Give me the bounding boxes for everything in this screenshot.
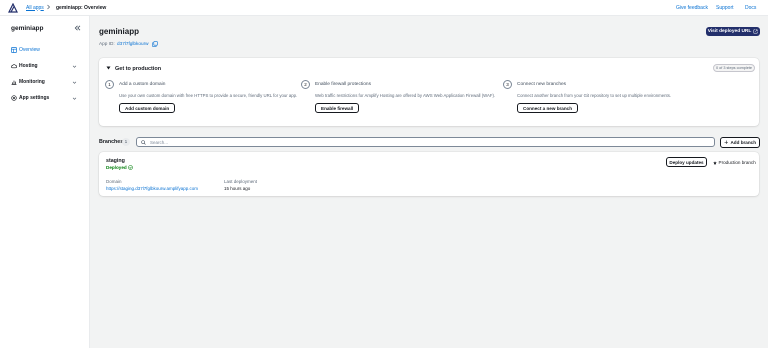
- app-id-value: d37l7fglbkourw: [117, 41, 149, 46]
- chevron-down-icon: [72, 97, 77, 100]
- top-navigation-bar: All apps geminiapp: Overview Give feedba…: [0, 0, 768, 16]
- sidebar-app-title: geminiapp: [11, 25, 44, 32]
- branch-name: staging: [106, 158, 125, 164]
- step-number: 1: [105, 80, 114, 89]
- step-number: 2: [301, 80, 310, 89]
- breadcrumb-all-apps[interactable]: All apps: [26, 5, 44, 11]
- production-branch-label: Production branch: [718, 160, 756, 165]
- breadcrumb-current: geminiapp: Overview: [56, 4, 107, 11]
- step-number: 3: [503, 80, 512, 89]
- chevron-down-icon: [72, 65, 77, 68]
- cloud-icon: [11, 64, 17, 69]
- steps-complete-badge: 0 of 3 steps complete: [713, 64, 755, 72]
- last-deployment-value: 15 hours ago: [224, 186, 251, 191]
- sidebar-item-label: Hosting: [19, 63, 38, 69]
- branches-heading: Branches: [99, 139, 124, 145]
- connect-new-branch-button[interactable]: Connect a new branch: [517, 103, 579, 113]
- add-branch-button[interactable]: Add branch: [720, 136, 760, 148]
- external-link-icon: [753, 29, 758, 34]
- search-icon: [141, 140, 146, 145]
- caret-down-icon[interactable]: [106, 66, 111, 70]
- domain-link[interactable]: https://staging.d37l7fglbkourw.amplifyap…: [106, 186, 198, 191]
- chart-icon: [11, 80, 17, 85]
- enable-firewall-button[interactable]: Enable firewall: [315, 103, 360, 113]
- branches-count-badge: 1: [122, 137, 130, 146]
- branch-card: staging Deployed Domain https://staging.…: [99, 152, 759, 196]
- deploy-updates-button[interactable]: Deploy updates: [666, 157, 707, 167]
- collapse-sidebar-icon[interactable]: [74, 25, 81, 31]
- docs-link[interactable]: Docs: [745, 5, 756, 11]
- status-label: Deployed: [106, 165, 127, 170]
- status-badge: Deployed: [106, 165, 133, 170]
- support-link[interactable]: Support: [716, 5, 734, 11]
- copy-icon[interactable]: [152, 40, 158, 47]
- branch-search: [136, 137, 715, 147]
- amplify-logo-icon[interactable]: [8, 3, 18, 13]
- get-to-production-title[interactable]: Get to production: [115, 66, 161, 72]
- search-input[interactable]: [150, 139, 710, 146]
- sidebar-item-hosting[interactable]: Hosting: [11, 62, 81, 70]
- get-to-production-panel: Get to production 0 of 3 steps complete …: [99, 58, 759, 126]
- star-icon: [713, 160, 717, 165]
- sidebar-item-monitoring[interactable]: Monitoring: [11, 78, 81, 86]
- add-custom-domain-button[interactable]: Add custom domain: [119, 103, 176, 113]
- chevron-right-icon: [47, 4, 51, 10]
- add-branch-label: Add branch: [730, 139, 757, 145]
- visit-deployed-url-button[interactable]: Visit deployed URL: [706, 27, 760, 36]
- visit-deployed-url-label: Visit deployed URL: [707, 29, 752, 34]
- production-branch-badge: Production branch: [713, 160, 756, 165]
- gear-icon: [11, 95, 17, 101]
- sidebar: geminiapp Overview Hosting Monitoring Ap…: [0, 16, 90, 348]
- sidebar-item-app-settings[interactable]: App settings: [11, 94, 81, 102]
- step-description: Use your own custom domain with free HTT…: [119, 93, 298, 98]
- give-feedback-link[interactable]: Give feedback: [676, 5, 708, 11]
- step-description: Web traffic restrictions for Amplify Hos…: [315, 93, 496, 98]
- last-deployment-label: Last deployment: [224, 179, 258, 184]
- step-title: Connect new branches: [517, 82, 567, 87]
- sidebar-item-label: Monitoring: [19, 79, 45, 85]
- check-circle-icon: [128, 165, 133, 170]
- sidebar-item-label: App settings: [19, 95, 50, 101]
- page-title: geminiapp: [99, 27, 140, 36]
- chevron-down-icon: [72, 81, 77, 84]
- app-id-label: App ID:: [99, 41, 115, 46]
- step-description: Connect another branch from your Git rep…: [517, 93, 672, 98]
- domain-label: Domain: [106, 179, 122, 184]
- overview-icon: [11, 47, 17, 53]
- sidebar-item-overview[interactable]: Overview: [11, 46, 81, 54]
- plus-icon: [724, 140, 728, 144]
- step-title: Enable firewall protections: [315, 82, 371, 87]
- step-title: Add a custom domain: [119, 82, 166, 87]
- sidebar-item-label: Overview: [19, 47, 40, 53]
